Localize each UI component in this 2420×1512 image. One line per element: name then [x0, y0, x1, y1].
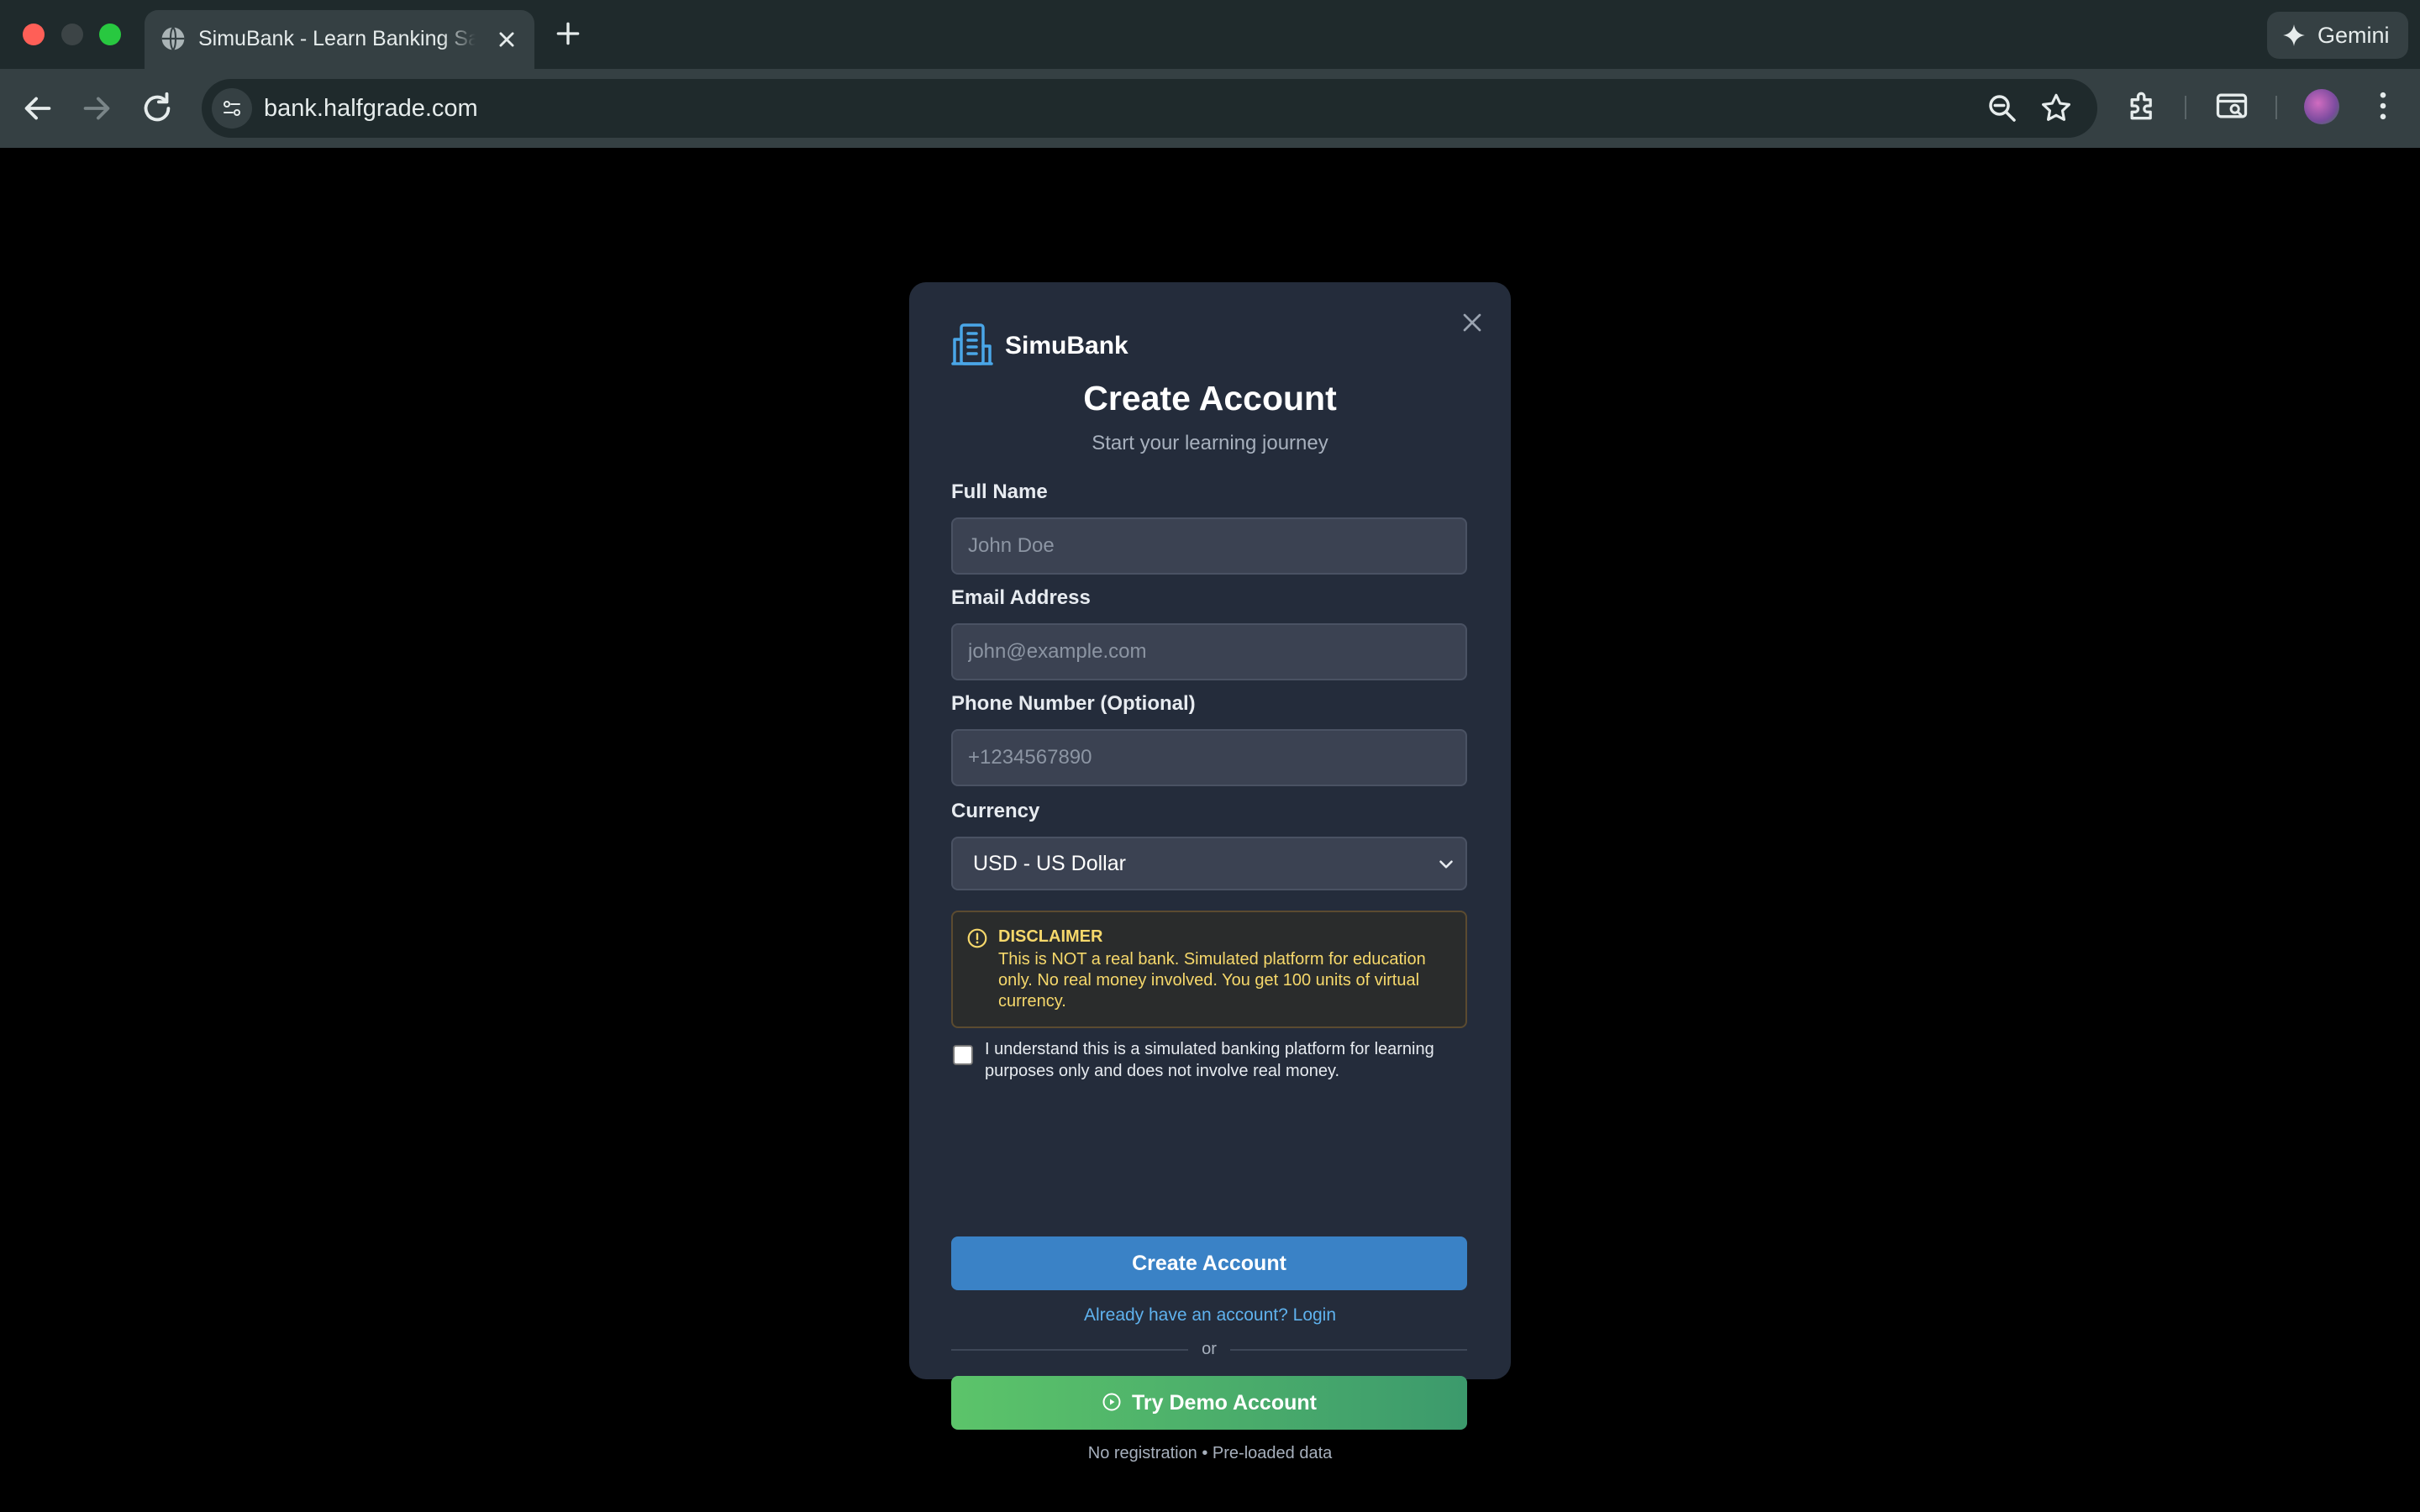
gemini-button[interactable]: Gemini [2267, 12, 2408, 59]
globe-icon [161, 26, 185, 51]
forward-icon[interactable] [77, 89, 116, 128]
browser-tab-active[interactable]: SimuBank - Learn Banking Safely [145, 10, 534, 69]
window-minimize-button[interactable] [61, 24, 83, 45]
play-icon [1102, 1393, 1121, 1411]
gemini-label: Gemini [2317, 23, 2390, 48]
toolbar-separator [2185, 96, 2186, 119]
page-subtitle: Start your learning journey [1092, 432, 1328, 454]
window-close-button[interactable] [23, 24, 45, 45]
currency-value: USD - US Dollar [973, 852, 1126, 875]
page-title: Create Account [1083, 379, 1337, 417]
url-text: bank.halfgrade.com [264, 95, 478, 122]
email-label: Email Address [951, 586, 1091, 609]
signup-modal: SimuBank Create Account Start your learn… [909, 282, 1511, 1462]
zoom-icon[interactable] [1985, 91, 2020, 126]
demo-note: No registration • Pre-loaded data [1087, 1444, 1333, 1462]
browser-toolbar: bank.halfgrade.com [0, 69, 2420, 148]
close-icon[interactable] [492, 25, 521, 54]
chevron-down-icon [1439, 860, 1453, 869]
disclaimer-box: DISCLAIMER This is NOT a real bank. Simu… [951, 911, 1467, 1028]
site-settings-icon [224, 101, 240, 116]
email-input[interactable] [951, 623, 1467, 680]
page-background: SimuBank Create Account Start your learn… [0, 148, 2420, 1512]
plus-icon[interactable] [551, 17, 585, 50]
extensions-icon[interactable] [2124, 87, 2161, 124]
try-demo-label: Try Demo Account [1132, 1391, 1317, 1415]
full-name-label: Full Name [951, 480, 1048, 503]
bank-building-icon [951, 323, 993, 365]
phone-input[interactable] [951, 729, 1467, 786]
currency-label: Currency [951, 800, 1040, 822]
address-bar[interactable]: bank.halfgrade.com [202, 79, 2097, 138]
divider-or-text: or [1188, 1337, 1230, 1361]
phone-label: Phone Number (Optional) [951, 692, 1196, 715]
agreement-label: I understand this is a simulated banking… [985, 1040, 1434, 1080]
disclaimer-title: DISCLAIMER [998, 927, 1103, 946]
site-settings-button[interactable] [212, 88, 252, 129]
currency-select[interactable]: USD - US Dollar [951, 837, 1467, 890]
tab-search-icon[interactable] [2213, 87, 2250, 124]
toolbar-separator [2275, 96, 2277, 119]
full-name-input[interactable] [951, 517, 1467, 575]
window-zoom-button[interactable] [99, 24, 121, 45]
star-icon[interactable] [2039, 91, 2074, 126]
sparkle-icon [2283, 24, 2305, 46]
try-demo-button[interactable]: Try Demo Account [951, 1376, 1467, 1430]
menu-icon[interactable] [2365, 87, 2402, 124]
reload-icon[interactable] [138, 89, 176, 128]
back-icon[interactable] [18, 89, 57, 128]
tab-title: SimuBank - Learn Banking Safely [198, 22, 476, 55]
brand-name: SimuBank [1005, 332, 1128, 360]
browser-tab-strip: SimuBank - Learn Banking Safely Gemini [0, 0, 2420, 69]
disclaimer-text: This is NOT a real bank. Simulated platf… [998, 950, 1426, 1011]
agreement-checkbox[interactable] [953, 1045, 973, 1065]
login-link[interactable]: Already have an account? Login [909, 1304, 1511, 1327]
profile-avatar[interactable] [2304, 89, 2339, 124]
warning-icon [967, 928, 987, 948]
close-icon[interactable] [1457, 307, 1487, 338]
create-account-button[interactable]: Create Account [951, 1236, 1467, 1290]
